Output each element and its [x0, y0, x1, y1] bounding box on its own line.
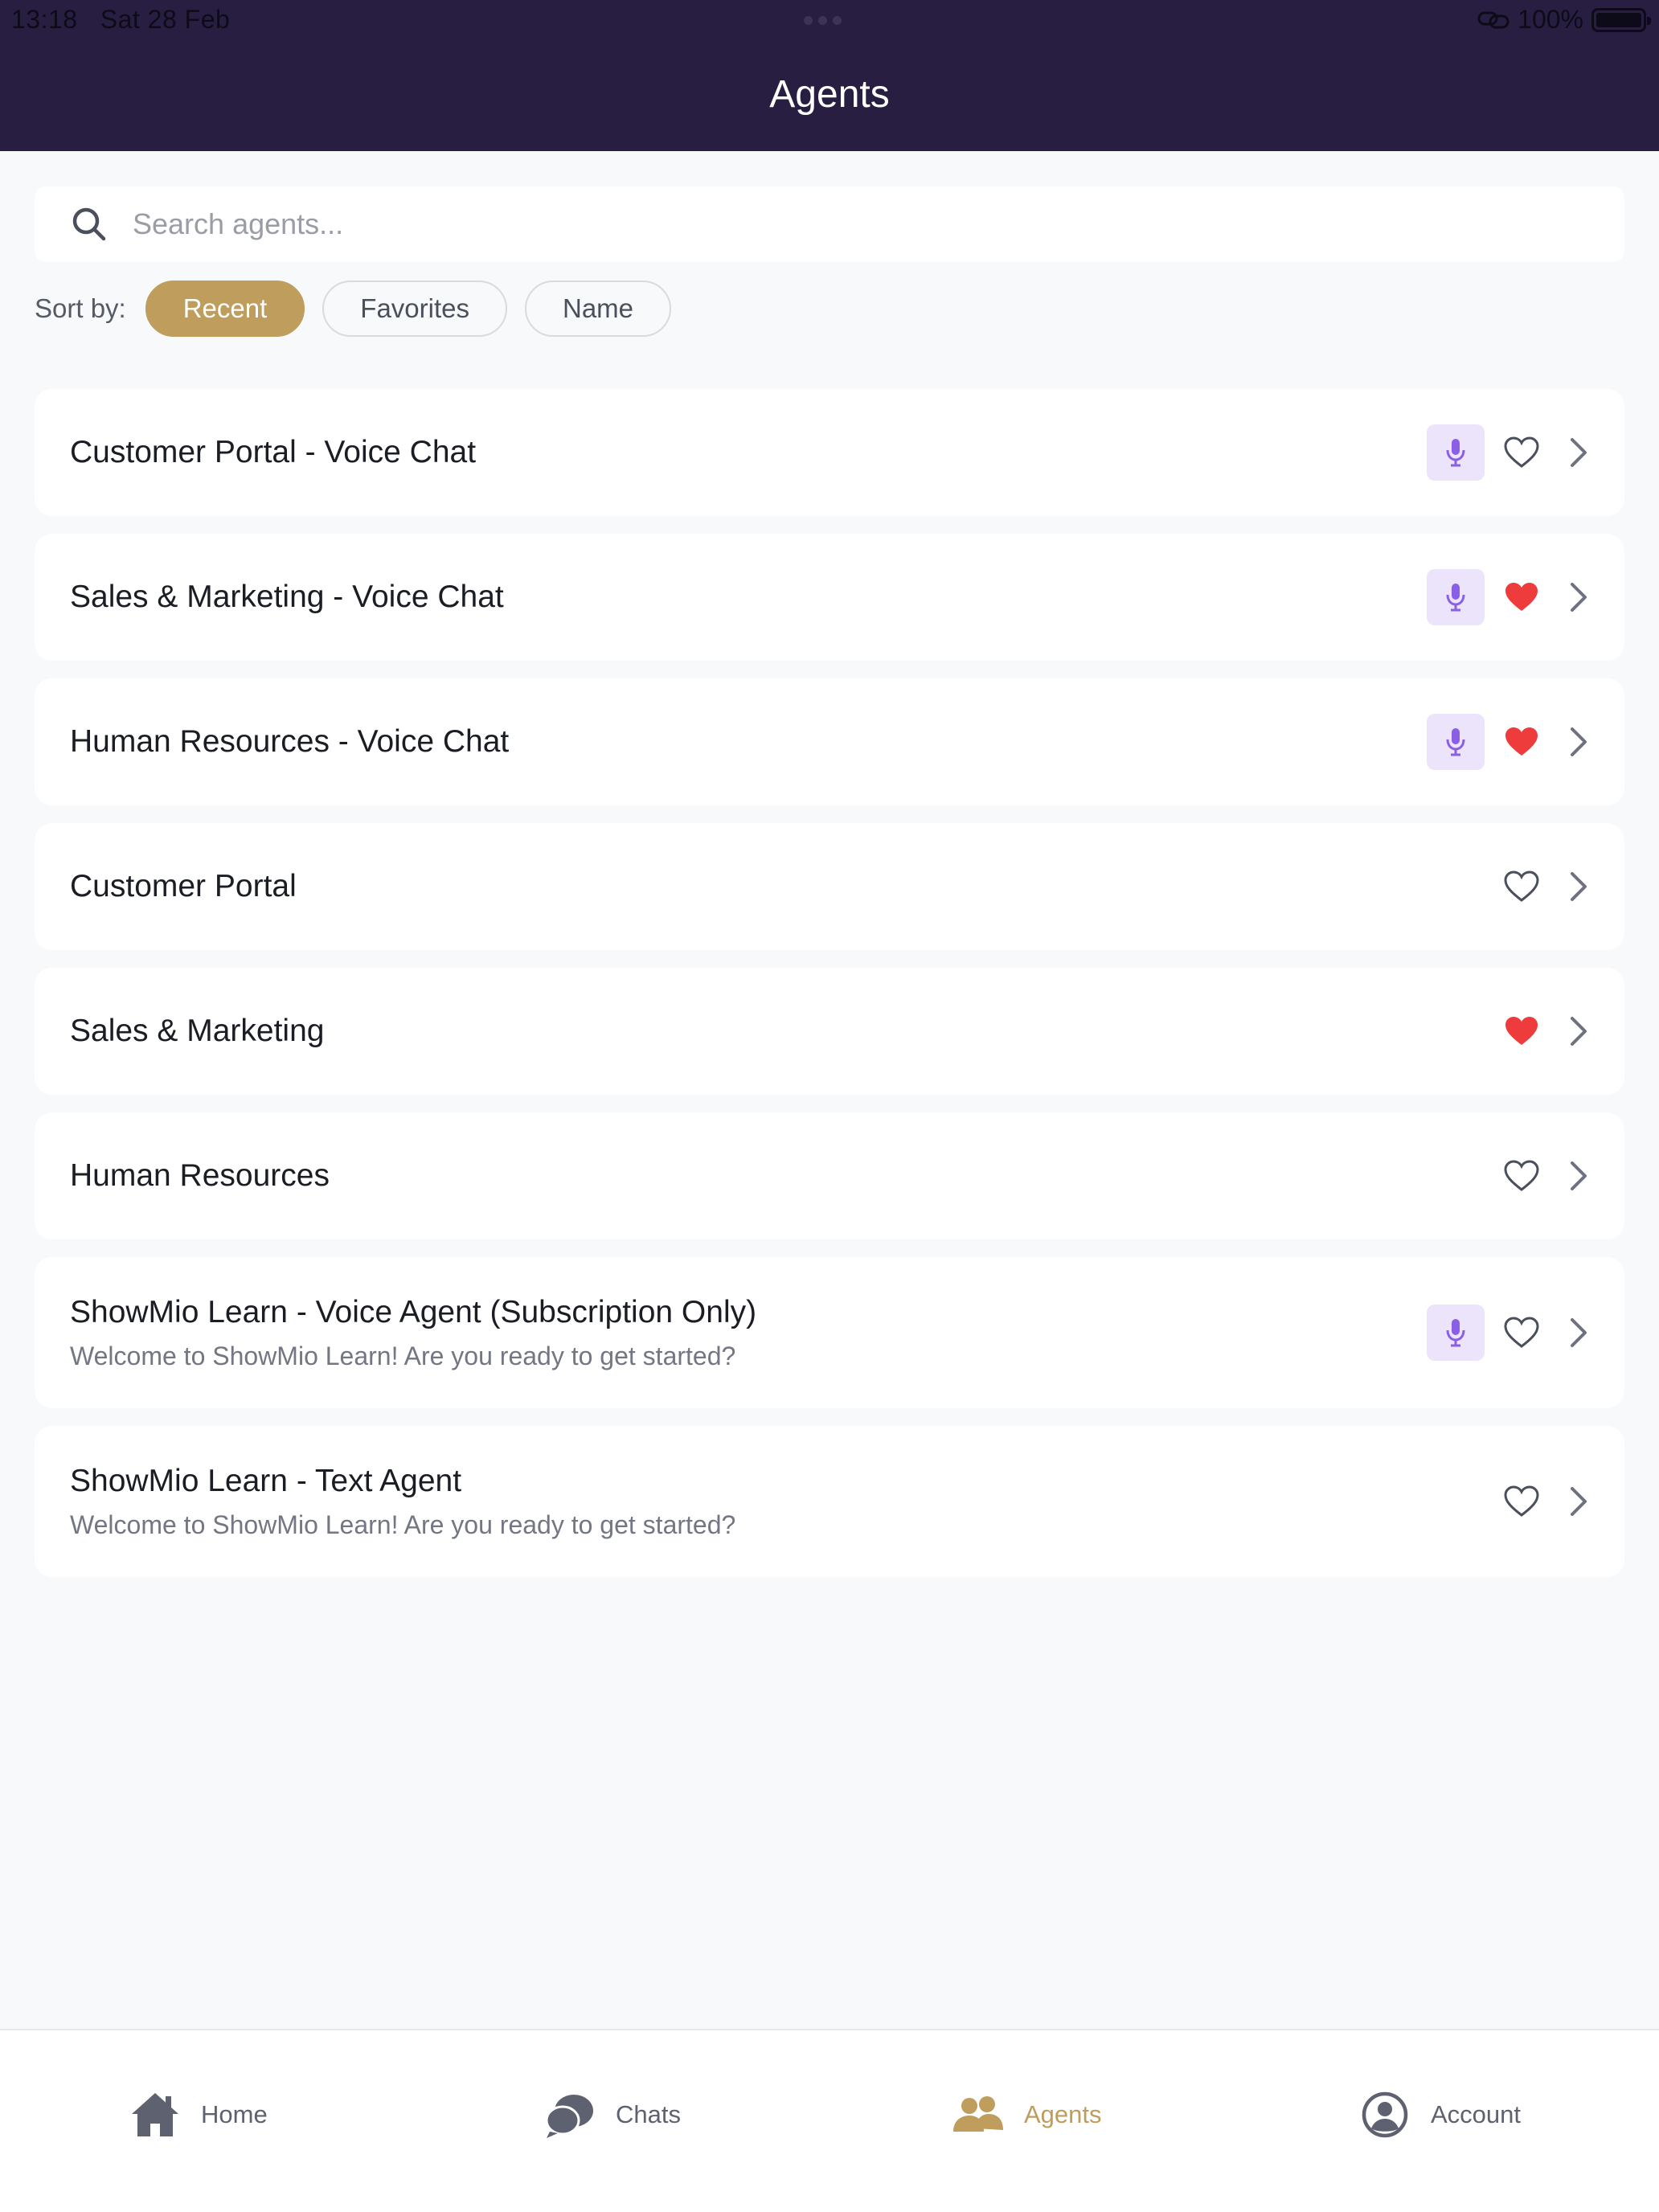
- agent-card[interactable]: Customer Portal - Voice Chat: [35, 389, 1624, 516]
- agent-card[interactable]: ShowMio Learn - Voice Agent (Subscriptio…: [35, 1257, 1624, 1408]
- agent-card-text: ShowMio Learn - Voice Agent (Subscriptio…: [35, 1295, 756, 1371]
- agent-card[interactable]: Sales & Marketing: [35, 968, 1624, 1095]
- agent-title: Sales & Marketing - Voice Chat: [70, 580, 504, 614]
- sort-label: Sort by:: [35, 293, 126, 323]
- agent-subtitle: Welcome to ShowMio Learn! Are you ready …: [70, 1341, 736, 1370]
- agent-title: Human Resources: [70, 1158, 330, 1193]
- chats-icon: [545, 2095, 593, 2138]
- heart-outline-icon[interactable]: [1501, 432, 1542, 473]
- tab-bar: Home Chats Agents Account: [0, 2029, 1659, 2212]
- agent-title: Customer Portal - Voice Chat: [70, 435, 477, 469]
- chevron-right-icon[interactable]: [1567, 1485, 1591, 1518]
- account-icon: [1362, 2091, 1408, 2138]
- agent-card-text: Customer Portal: [35, 869, 297, 904]
- agent-actions: [1427, 424, 1591, 481]
- agent-card[interactable]: Human Resources - Voice Chat: [35, 678, 1624, 805]
- agent-actions: [1501, 866, 1591, 907]
- agent-actions: [1427, 714, 1591, 770]
- agent-card-text: Customer Portal - Voice Chat: [35, 435, 476, 470]
- sort-name-chip[interactable]: Name: [525, 281, 672, 337]
- agents-icon: [953, 2096, 1003, 2132]
- agent-actions: [1427, 1305, 1591, 1361]
- agent-actions: [1501, 1481, 1591, 1522]
- chevron-right-icon[interactable]: [1567, 581, 1591, 613]
- chevron-right-icon[interactable]: [1567, 726, 1591, 758]
- agent-title: Customer Portal: [70, 869, 297, 903]
- microphone-icon[interactable]: [1427, 424, 1485, 481]
- search-bar[interactable]: [35, 186, 1624, 262]
- sort-row: Sort by: Recent Favorites Name: [35, 280, 689, 338]
- agent-title: Human Resources - Voice Chat: [70, 724, 510, 759]
- agent-card-text: Human Resources - Voice Chat: [35, 724, 509, 760]
- sort-recent-chip[interactable]: Recent: [145, 281, 305, 337]
- agent-card-text: Sales & Marketing - Voice Chat: [35, 580, 504, 615]
- status-bar-time: 13:18 Sat 28 Feb: [11, 5, 230, 35]
- tab-home[interactable]: Home: [129, 2088, 268, 2141]
- tab-chats[interactable]: Chats: [543, 2088, 681, 2141]
- agent-list: Customer Portal - Voice Chat Sales & Mark…: [35, 389, 1624, 1595]
- agent-actions: [1427, 569, 1591, 625]
- tab-agents[interactable]: Agents: [952, 2088, 1102, 2141]
- chevron-right-icon[interactable]: [1567, 870, 1591, 903]
- chevron-right-icon[interactable]: [1567, 436, 1591, 469]
- chevron-right-icon[interactable]: [1567, 1317, 1591, 1349]
- search-icon: [72, 207, 106, 241]
- agent-actions: [1501, 1010, 1591, 1052]
- agent-card[interactable]: Sales & Marketing - Voice Chat: [35, 534, 1624, 661]
- heart-filled-icon[interactable]: [1501, 721, 1542, 763]
- tab-account[interactable]: Account: [1358, 2088, 1521, 2141]
- link-icon: [1477, 11, 1509, 28]
- heart-filled-icon[interactable]: [1501, 576, 1542, 618]
- heart-outline-icon[interactable]: [1501, 1312, 1542, 1354]
- agent-card[interactable]: Human Resources: [35, 1112, 1624, 1239]
- agent-subtitle: Welcome to ShowMio Learn! Are you ready …: [70, 1509, 736, 1539]
- agent-title: Sales & Marketing: [70, 1014, 325, 1048]
- status-bar-right: 100%: [1477, 5, 1651, 35]
- heart-outline-icon[interactable]: [1501, 1155, 1542, 1197]
- battery-percent: 100%: [1518, 5, 1583, 34]
- tab-chats-label: Chats: [616, 2100, 681, 2128]
- microphone-icon[interactable]: [1427, 1305, 1485, 1361]
- app-header: 13:18 Sat 28 Feb 100% Agents: [0, 0, 1659, 151]
- status-date: Sat 28 Feb: [100, 5, 231, 34]
- multitasking-dots[interactable]: [804, 16, 842, 25]
- heart-outline-icon[interactable]: [1501, 866, 1542, 907]
- search-input[interactable]: [133, 207, 1499, 241]
- agent-card-text: Sales & Marketing: [35, 1014, 324, 1049]
- agent-card[interactable]: Customer Portal: [35, 823, 1624, 950]
- status-time: 13:18: [11, 5, 78, 34]
- tab-agents-label: Agents: [1024, 2100, 1102, 2128]
- microphone-icon[interactable]: [1427, 569, 1485, 625]
- page-title: Agents: [769, 73, 890, 116]
- tab-account-label: Account: [1431, 2100, 1522, 2128]
- agent-card-text: ShowMio Learn - Text Agent Welcome to Sho…: [35, 1464, 735, 1540]
- chevron-right-icon[interactable]: [1567, 1160, 1591, 1192]
- tab-home-label: Home: [201, 2100, 268, 2128]
- sort-favorites-chip[interactable]: Favorites: [322, 281, 507, 337]
- heart-filled-icon[interactable]: [1501, 1010, 1542, 1052]
- agent-actions: [1501, 1155, 1591, 1197]
- agent-card[interactable]: ShowMio Learn - Text Agent Welcome to Sho…: [35, 1426, 1624, 1577]
- agent-card-text: Human Resources: [35, 1158, 330, 1194]
- battery-icon: [1591, 7, 1651, 32]
- agent-title: ShowMio Learn - Text Agent: [70, 1463, 462, 1498]
- heart-outline-icon[interactable]: [1501, 1481, 1542, 1522]
- chevron-right-icon[interactable]: [1567, 1015, 1591, 1047]
- home-icon: [132, 2093, 178, 2136]
- microphone-icon[interactable]: [1427, 714, 1485, 770]
- agent-title: ShowMio Learn - Voice Agent (Subscriptio…: [70, 1294, 757, 1329]
